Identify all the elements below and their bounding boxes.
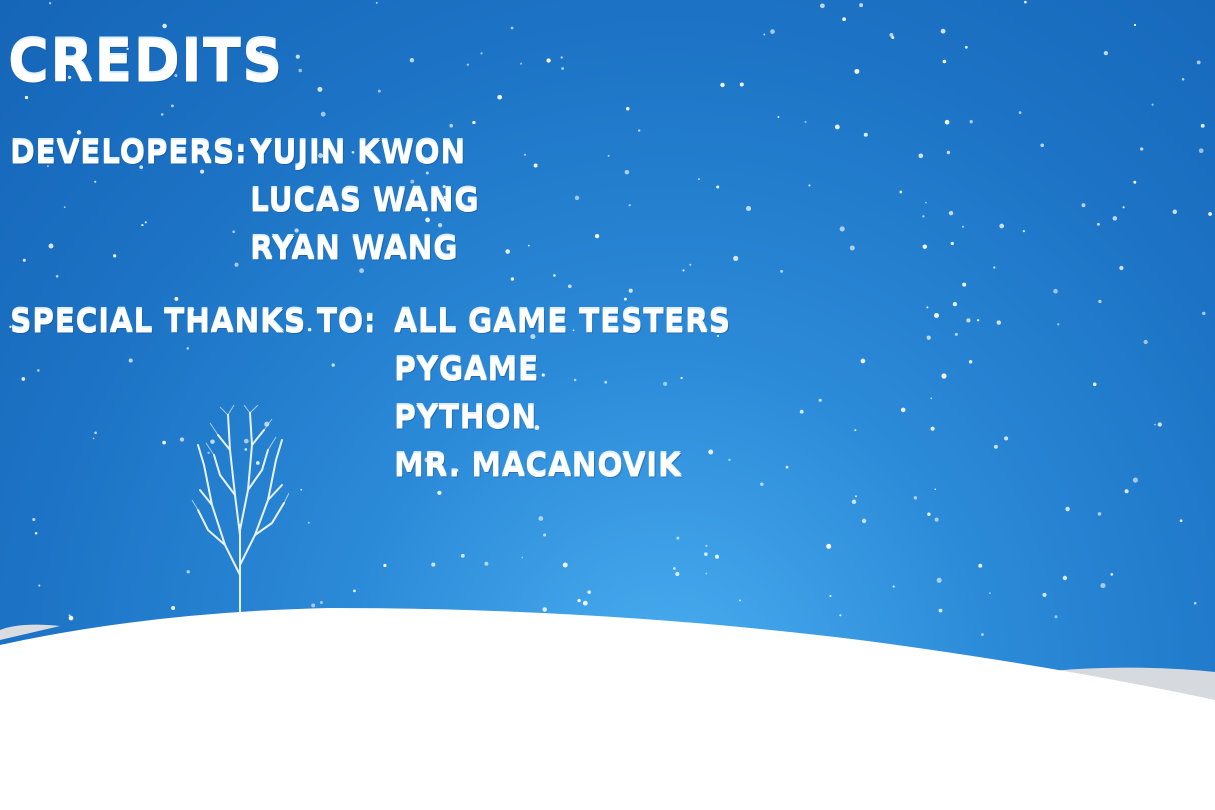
thanks-name: PYTHON: [394, 399, 537, 438]
developer-name: YUJIN KWON: [250, 134, 466, 173]
snowy-ground: [0, 608, 1215, 810]
thanks-name: ALL GAME TESTERS: [394, 303, 731, 342]
developer-name: RYAN WANG: [250, 230, 459, 269]
developer-name: LUCAS WANG: [250, 182, 480, 221]
thanks-name: MR. MACANOVIK: [394, 447, 682, 486]
credits-screen: CREDITS DEVELOPERS: YUJIN KWON LUCAS WAN…: [0, 0, 1215, 810]
special-thanks-label: SPECIAL THANKS TO:: [10, 303, 377, 342]
credits-title: CREDITS: [8, 28, 284, 97]
thanks-name: PYGAME: [394, 351, 539, 390]
developers-label: DEVELOPERS:: [10, 134, 248, 173]
